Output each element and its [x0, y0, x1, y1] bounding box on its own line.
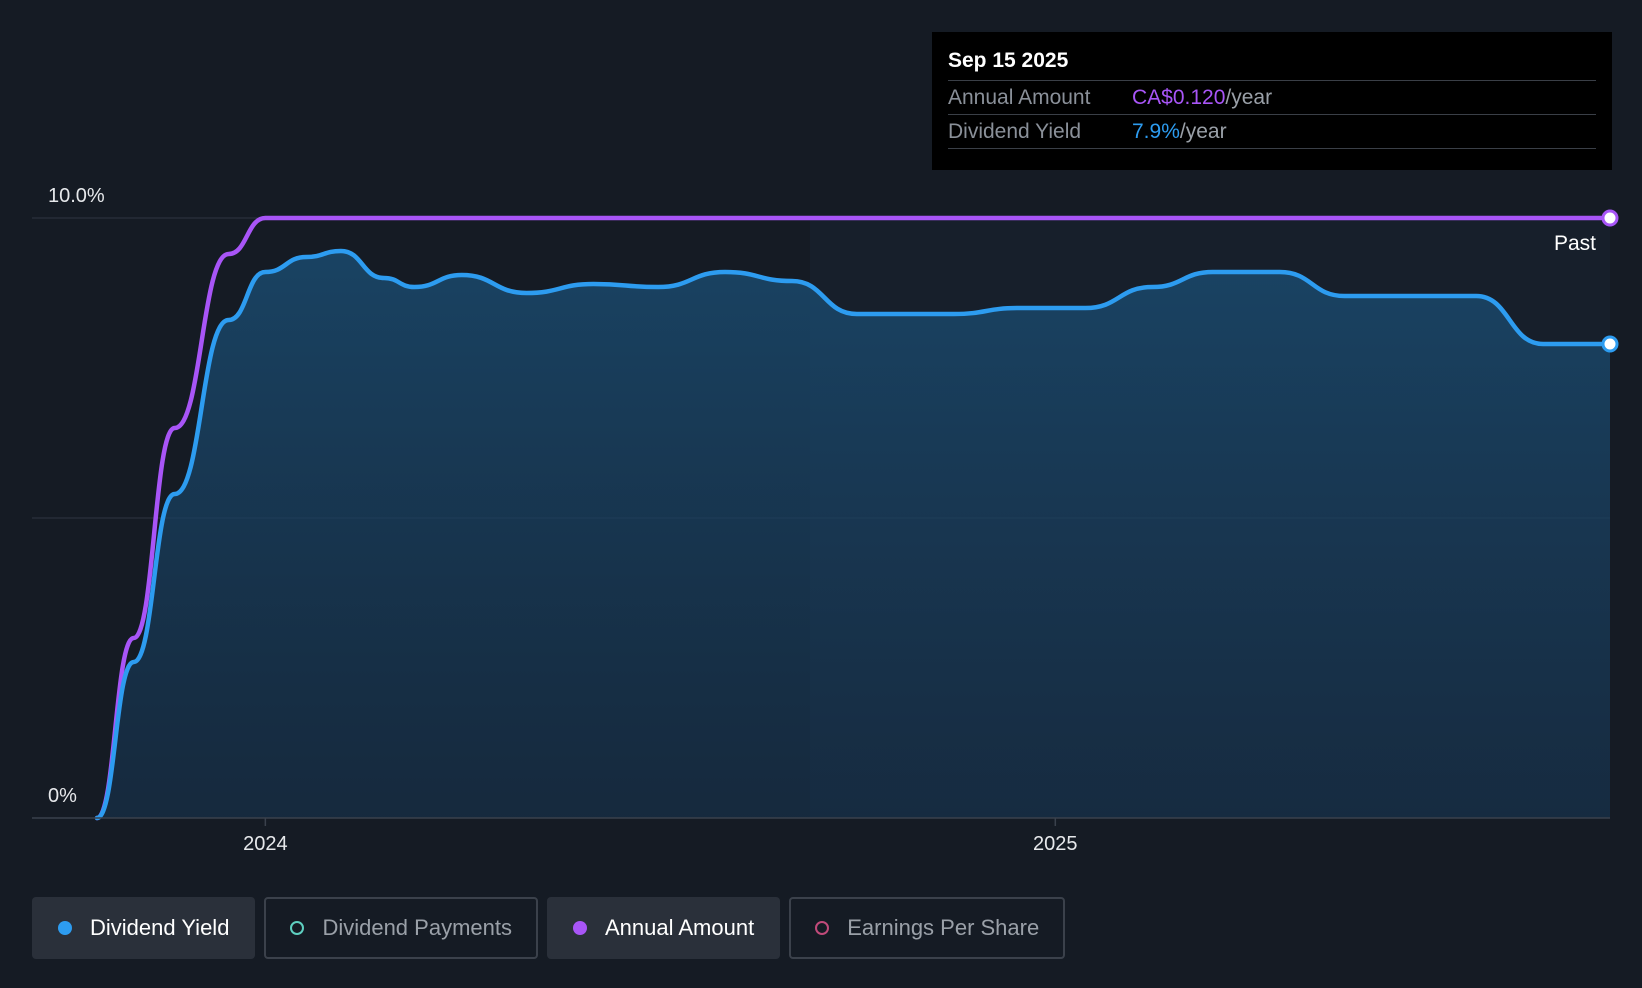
- legend-dot-icon: [290, 921, 305, 935]
- legend-dot-icon: [815, 921, 830, 935]
- tooltip-label: Dividend Yield: [948, 120, 1082, 143]
- legend-label: Earnings Per Share: [847, 915, 1040, 940]
- tooltip-date: Sep 15 2025: [948, 49, 1069, 72]
- dividend-yield-area: [97, 251, 1610, 818]
- chart-tooltip: Sep 15 2025 Annual Amount CA$0.120 /year…: [932, 32, 1612, 170]
- tooltip-row-annual-amount: Annual Amount CA$0.120 /year: [948, 80, 1596, 114]
- x-tick-label: 2024: [243, 833, 288, 855]
- legend-label: Dividend Yield: [90, 915, 230, 940]
- legend-dot-icon: [58, 921, 72, 935]
- tooltip-label: Annual Amount: [948, 86, 1091, 109]
- legend-earnings-per-share[interactable]: Earnings Per Share: [789, 897, 1066, 959]
- legend-dividend-payments[interactable]: Dividend Payments: [264, 897, 538, 959]
- past-label: Past: [1554, 232, 1596, 255]
- y-tick-label: 10.0%: [48, 185, 105, 207]
- y-tick-label: 0%: [48, 785, 77, 807]
- x-tick-label: 2025: [1033, 833, 1078, 855]
- tooltip-value: 7.9%: [1132, 120, 1180, 143]
- annual-amount-end-point: [1601, 209, 1619, 227]
- legend-label: Dividend Payments: [322, 915, 512, 940]
- tooltip-value: CA$0.120: [1132, 86, 1226, 109]
- legend-label: Annual Amount: [604, 915, 755, 940]
- tooltip-unit: /year: [1225, 86, 1273, 109]
- tooltip-unit: /year: [1179, 120, 1227, 143]
- dividend-yield-end-point: [1601, 335, 1619, 353]
- legend-annual-amount[interactable]: Annual Amount: [546, 897, 781, 959]
- area-layer: [97, 251, 1610, 818]
- legend-dividend-yield[interactable]: Dividend Yield: [32, 897, 256, 959]
- chart-legend: Dividend Yield Dividend Payments Annual …: [32, 897, 1066, 959]
- tooltip-row-dividend-yield: Dividend Yield 7.9% /year: [948, 114, 1596, 149]
- legend-dot-icon: [572, 921, 587, 935]
